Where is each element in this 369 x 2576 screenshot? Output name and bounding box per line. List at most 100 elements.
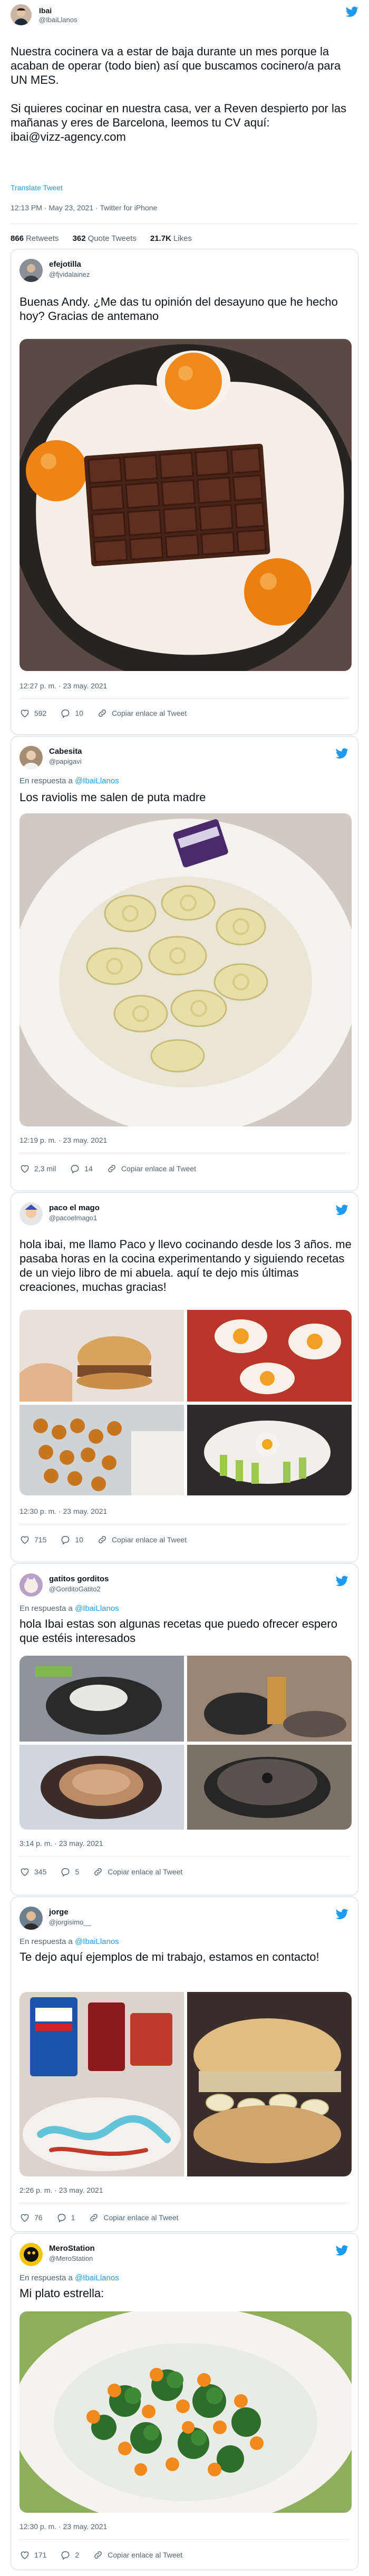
twitter-bird-icon[interactable] <box>336 1908 348 1920</box>
like-button[interactable]: 171 <box>20 2550 46 2560</box>
reply-button[interactable]: 1 <box>56 2212 75 2223</box>
copy-link-button[interactable]: Copiar enlace al Tweet <box>106 1163 196 1174</box>
twitter-bird-icon[interactable] <box>336 747 348 760</box>
tweet-text: Mi plato estrella: <box>20 2287 104 2300</box>
condom-ravioli-photo[interactable] <box>20 813 352 1126</box>
tweet-timestamp[interactable]: 12:30 p. m. · 23 may. 2021 <box>20 2522 107 2531</box>
copy-link-button[interactable]: Copiar enlace al Tweet <box>97 1534 187 1545</box>
avatar[interactable] <box>20 259 43 282</box>
reply-context: En respuesta a @IbaiLlanos <box>20 1604 119 1613</box>
heart-icon <box>20 1163 30 1174</box>
tweet-timestamp[interactable]: 12:27 p. m. · 23 may. 2021 <box>20 682 107 690</box>
avatar[interactable] <box>20 2243 43 2266</box>
author-name[interactable]: paco el mago <box>49 1203 100 1212</box>
copy-link-label: Copiar enlace al Tweet <box>111 709 187 717</box>
link-icon <box>97 708 108 718</box>
author-name[interactable]: Cabesita <box>49 747 82 756</box>
likes-stat[interactable]: 21.7K Likes <box>150 234 192 243</box>
reply-context: En respuesta a @IbaiLlanos <box>20 2273 119 2282</box>
reply-button[interactable]: 10 <box>60 708 83 718</box>
quoted-tweet[interactable]: paco el mago @pacoelmago1 hola ibai, me … <box>11 1192 358 1562</box>
author-handle[interactable]: @pacoelmago1 <box>49 1214 97 1222</box>
twitter-bird-icon[interactable] <box>346 5 358 18</box>
heart-icon <box>20 2550 30 2560</box>
tweet-timestamp[interactable]: 12:19 p. m. · 23 may. 2021 <box>20 1136 107 1144</box>
heart-icon <box>20 1534 30 1545</box>
quote-tweets-stat[interactable]: 362 Quote Tweets <box>73 234 137 243</box>
tweet-actions: 171 2 Copiar enlace al Tweet <box>20 2550 196 2560</box>
like-button[interactable]: 592 <box>20 708 46 718</box>
quoted-tweet[interactable]: MeroStation @MeroStation En respuesta a … <box>11 2233 358 2570</box>
link-icon <box>93 2550 103 2560</box>
reply-to-link[interactable]: @IbaiLlanos <box>75 1937 119 1946</box>
tweet-timestamp[interactable]: 12:13 PM · May 23, 2021 · Twitter for iP… <box>11 203 157 212</box>
reply-count: 1 <box>71 2213 75 2222</box>
copy-link-button[interactable]: Copiar enlace al Tweet <box>89 2212 179 2223</box>
tweet-timestamp[interactable]: 3:14 p. m. · 23 may. 2021 <box>20 1839 103 1848</box>
tweet-timestamp[interactable]: 2:26 p. m. · 23 may. 2021 <box>20 2186 103 2194</box>
author-name[interactable]: Ibai <box>39 6 77 15</box>
like-button[interactable]: 2,3 mil <box>20 1163 56 1174</box>
copy-link-button[interactable]: Copiar enlace al Tweet <box>93 2550 182 2560</box>
reply-button[interactable]: 14 <box>70 1163 93 1174</box>
reply-to-link[interactable]: @IbaiLlanos <box>75 1604 119 1613</box>
author-handle[interactable]: @papigavi <box>49 757 82 765</box>
heart-icon <box>20 2212 30 2223</box>
link-icon <box>93 1867 103 1877</box>
author-handle[interactable]: @jorgisimo__ <box>49 1918 91 1926</box>
copy-link-button[interactable]: Copiar enlace al Tweet <box>97 708 187 718</box>
avatar[interactable] <box>20 1907 43 1930</box>
avatar[interactable] <box>20 1573 43 1597</box>
author-handle[interactable]: @fjvidalainez <box>49 270 90 278</box>
copy-link-button[interactable]: Copiar enlace al Tweet <box>93 1867 182 1877</box>
like-button[interactable]: 715 <box>20 1534 46 1545</box>
author-name[interactable]: MeroStation <box>49 2244 95 2253</box>
eggs-chocolate-photo[interactable] <box>20 339 352 671</box>
like-button[interactable]: 345 <box>20 1867 46 1877</box>
reply-button[interactable]: 5 <box>60 1867 79 1877</box>
divider <box>20 2539 349 2540</box>
cheetos-broccoli-photo[interactable] <box>20 2311 352 2513</box>
reply-count: 5 <box>75 1868 80 1876</box>
author-name[interactable]: gatitos gorditos <box>49 1574 109 1583</box>
kitchen-fails-collage[interactable] <box>20 1656 352 1830</box>
like-button[interactable]: 76 <box>20 2212 43 2223</box>
reply-count: 14 <box>84 1164 93 1173</box>
author-handle[interactable]: @IbaiLlanos <box>39 16 77 24</box>
copy-link-label: Copiar enlace al Tweet <box>108 2551 183 2559</box>
food-collage-photo[interactable] <box>20 1310 352 1495</box>
reply-button[interactable]: 2 <box>60 2550 79 2560</box>
avatar[interactable] <box>20 1202 43 1226</box>
twitter-bird-icon[interactable] <box>336 1203 348 1216</box>
author-handle[interactable]: @MeroStation <box>49 2254 93 2262</box>
tweet-timestamp[interactable]: 12:30 p. m. · 23 may. 2021 <box>20 1507 107 1515</box>
copy-link-label: Copiar enlace al Tweet <box>111 1535 187 1544</box>
reply-to-link[interactable]: @IbaiLlanos <box>75 776 119 785</box>
link-icon <box>89 2212 99 2223</box>
tweet-text: Buenas Andy. ¿Me das tu opinión del desa… <box>20 295 338 323</box>
twitter-bird-icon[interactable] <box>336 1574 348 1587</box>
avatar[interactable] <box>11 4 32 25</box>
author-handle[interactable]: @GorditoGatito2 <box>49 1585 101 1593</box>
quoted-tweet[interactable]: Cabesita @papigavi En respuesta a @IbaiL… <box>11 736 358 1191</box>
tweet-text: hola Ibai estas son algunas recetas que … <box>20 1617 337 1645</box>
twitter-bird-icon[interactable] <box>336 2244 348 2257</box>
quoted-tweet[interactable]: gatitos gorditos @GorditoGatito2 En resp… <box>11 1563 358 1895</box>
tweet-text: Los raviolis me salen de puta madre <box>20 791 206 804</box>
reply-icon <box>60 1867 71 1877</box>
divider <box>20 698 349 699</box>
reply-to-link[interactable]: @IbaiLlanos <box>75 2273 119 2282</box>
author-name[interactable]: jorge <box>49 1908 69 1917</box>
quoted-tweet[interactable]: jorge @jorgisimo__ En respuesta a @IbaiL… <box>11 1897 358 2232</box>
retweets-stat[interactable]: 866 Retweets <box>11 234 59 243</box>
author-name[interactable]: efejotilla <box>49 260 81 269</box>
toothpaste-sandwich-photo[interactable] <box>20 1992 352 2176</box>
translate-tweet-link[interactable]: Translate Tweet <box>11 183 63 192</box>
reply-icon <box>56 2212 67 2223</box>
quoted-tweet[interactable]: efejotilla @fjvidalainez Buenas Andy. ¿M… <box>11 249 358 735</box>
reply-icon <box>60 2550 71 2560</box>
divider <box>11 223 358 224</box>
avatar[interactable] <box>20 746 43 769</box>
reply-button[interactable]: 10 <box>60 1534 83 1545</box>
tweet-actions: 2,3 mil 14 Copiar enlace al Tweet <box>20 1163 210 1174</box>
